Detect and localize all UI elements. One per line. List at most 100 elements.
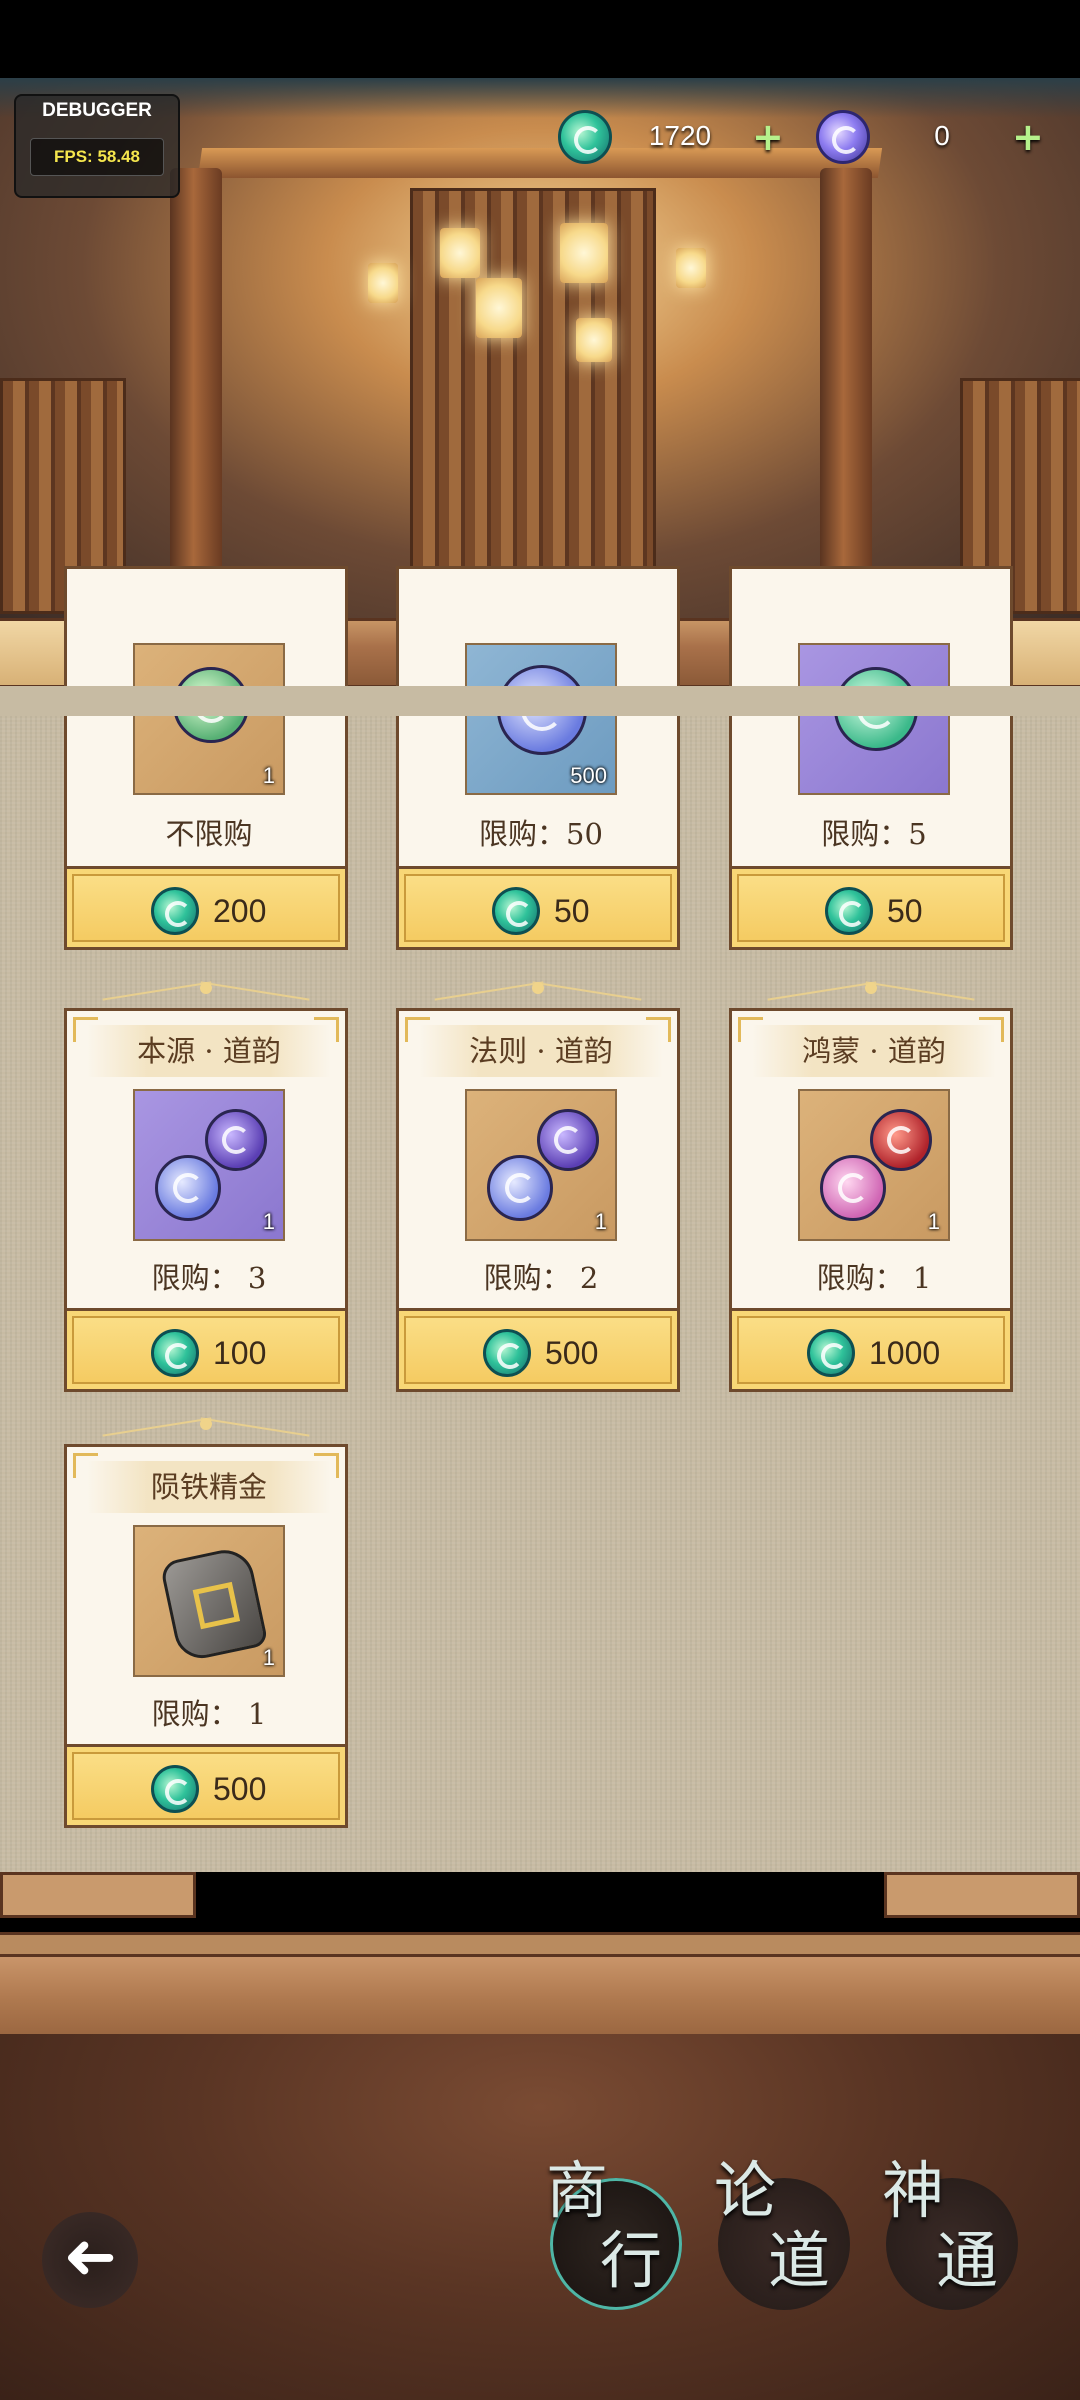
shelf-bracket-left	[0, 1872, 196, 1918]
purchase-limit: 限购： 3	[151, 1261, 267, 1295]
blue-purple-orbs-icon: 1	[133, 1089, 285, 1241]
debugger-title: DEBUGGER	[42, 100, 152, 121]
jade-coin-icon	[151, 1765, 199, 1813]
blue-orb-icon: 500	[465, 643, 617, 795]
purchase-limit: 限购： 1	[816, 1261, 932, 1295]
lantern	[476, 278, 522, 338]
pillar-right	[820, 168, 872, 608]
lantern	[440, 228, 480, 278]
jade-coin-icon	[807, 1329, 855, 1377]
price-value: 500	[213, 1771, 267, 1807]
jade-coin-icon	[483, 1329, 531, 1377]
blue-purple-orbs-icon: 1	[465, 1089, 617, 1241]
wooden-shelf	[0, 1954, 1080, 2041]
fps-readout: FPS: 58.48	[30, 138, 164, 176]
jade-coin-icon	[558, 110, 612, 164]
orb-graphic	[487, 1155, 553, 1221]
shop-item-card[interactable]: 陨铁精金 1 限购： 1 500	[64, 1418, 348, 1864]
debugger-panel[interactable]: DEBUGGER FPS: 58.48	[14, 94, 180, 198]
tab-char-top: 商	[546, 2154, 609, 2227]
shop-item-card[interactable]: 1 不限购 200	[64, 566, 348, 986]
back-button[interactable]: ➜	[42, 2212, 138, 2308]
purchase-limit: 限购：5	[821, 817, 927, 851]
pink-red-orbs-icon: 1	[798, 1089, 950, 1241]
card-body: 本源 · 道韵 1 限购： 3	[64, 1008, 348, 1308]
tab-char-bottom: 行	[600, 2224, 663, 2297]
buy-button[interactable]: 200	[64, 866, 348, 950]
price-value: 50	[887, 893, 923, 929]
buy-button[interactable]: 100	[64, 1308, 348, 1392]
shop-item-card[interactable]: 鸿蒙 · 道韵 1 限购： 1 1000	[729, 982, 1013, 1428]
cord-knot	[200, 1418, 212, 1430]
item-title: 本源 · 道韵	[87, 1025, 331, 1077]
tab-char-bottom: 道	[768, 2224, 831, 2297]
lantern	[368, 263, 398, 303]
purchase-limit: 不限购	[165, 817, 253, 851]
item-quantity: 1	[594, 1209, 607, 1234]
cord-knot	[865, 982, 877, 994]
purchase-limit: 限购： 2	[483, 1261, 599, 1295]
shelf-bracket-right	[884, 1872, 1080, 1918]
item-quantity: 500	[570, 763, 607, 788]
price-value: 1000	[869, 1335, 941, 1371]
orb-graphic	[820, 1155, 886, 1221]
scroll-mask	[0, 686, 1080, 716]
meteor-rock-graphic	[159, 1544, 269, 1664]
meteor-iron-icon: 1	[133, 1525, 285, 1677]
card-body: 500 限购：50	[396, 566, 680, 866]
item-title: 陨铁精金	[87, 1461, 331, 1513]
buy-button[interactable]: 500	[396, 1308, 680, 1392]
blue-orb-icon	[816, 110, 870, 164]
item-title: 法则 · 道韵	[419, 1025, 663, 1077]
jade-coin-icon	[151, 1329, 199, 1377]
purchase-limit: 限购： 1	[151, 1697, 267, 1731]
buy-button[interactable]: 500	[64, 1744, 348, 1828]
price-value: 200	[213, 893, 267, 929]
orb-graphic	[205, 1109, 267, 1171]
item-quantity: 1	[262, 1645, 275, 1670]
jade-coin-icon	[825, 887, 873, 935]
cord-knot	[532, 982, 544, 994]
add-orb-button[interactable]: +	[1012, 118, 1044, 156]
jade-dragon-icon: 1	[133, 643, 285, 795]
shop-item-card[interactable]: 限购：5 50	[729, 566, 1013, 986]
add-jade-button[interactable]: +	[752, 118, 784, 156]
tab-char-top: 论	[714, 2154, 777, 2227]
item-quantity: 1	[262, 1209, 275, 1234]
buy-button[interactable]: 50	[396, 866, 680, 950]
price-value: 100	[213, 1335, 267, 1371]
card-body: 限购：5	[729, 566, 1013, 866]
gold-rune-graphic	[192, 1581, 241, 1630]
shop-item-card[interactable]: 500 限购：50 50	[396, 566, 680, 986]
orb-currency-value: 0	[934, 120, 950, 151]
jade-currency-value: 1720	[648, 120, 712, 151]
jade-coin-icon	[151, 887, 199, 935]
buy-button[interactable]: 50	[729, 866, 1013, 950]
cord-knot	[200, 982, 212, 994]
back-arrow-icon: ➜	[63, 2220, 117, 2294]
item-title: 鸿蒙 · 道韵	[752, 1025, 996, 1077]
tab-char-bottom: 通	[936, 2224, 999, 2297]
price-value: 50	[554, 893, 590, 929]
buy-button[interactable]: 1000	[729, 1308, 1013, 1392]
lantern	[676, 248, 706, 288]
card-body: 鸿蒙 · 道韵 1 限购： 1	[729, 1008, 1013, 1308]
lantern	[560, 223, 608, 283]
card-body: 陨铁精金 1 限购： 1	[64, 1444, 348, 1744]
pillar-left	[170, 168, 222, 608]
shop-item-card[interactable]: 法则 · 道韵 1 限购： 2 500	[396, 982, 680, 1428]
shop-item-card[interactable]: 本源 · 道韵 1 限购： 3 100	[64, 982, 348, 1428]
orb-graphic	[870, 1109, 932, 1171]
card-body: 法则 · 道韵 1 限购： 2	[396, 1008, 680, 1308]
purchase-limit: 限购：50	[479, 817, 603, 851]
price-value: 500	[545, 1335, 599, 1371]
tab-char-top: 神	[882, 2154, 945, 2227]
jade-coin-icon	[492, 887, 540, 935]
card-body: 1 不限购	[64, 566, 348, 866]
item-quantity: 1	[927, 1209, 940, 1234]
item-quantity: 1	[262, 763, 275, 788]
lantern	[576, 318, 612, 362]
orb-graphic	[155, 1155, 221, 1221]
orb-graphic	[537, 1109, 599, 1171]
green-orb-icon	[798, 643, 950, 795]
